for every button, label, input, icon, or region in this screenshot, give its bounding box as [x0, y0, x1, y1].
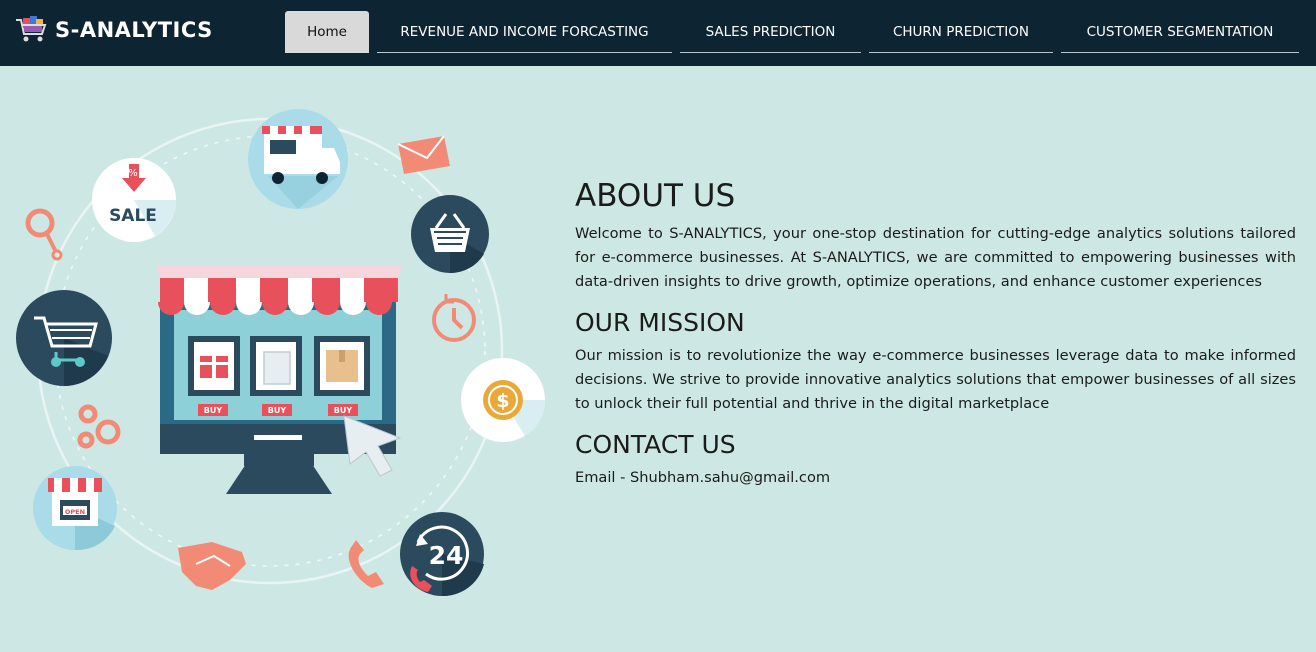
buy-label-3: BUY — [334, 406, 353, 415]
buy-label-1: BUY — [204, 406, 223, 415]
phone-icon — [348, 540, 384, 588]
about-content: ABOUT US Welcome to S-ANALYTICS, your on… — [575, 176, 1296, 490]
tab-customer-segmentation[interactable]: CUSTOMER SEGMENTATION — [1061, 11, 1299, 53]
wrench-gear-icon — [25, 208, 63, 261]
our-mission-heading: OUR MISSION — [575, 308, 745, 337]
shopping-cart-logo-icon — [16, 16, 47, 42]
storefront-monitor-icon: BUY BUY BUY — [156, 266, 402, 494]
support-24-hours-icon: 24 — [400, 512, 484, 597]
delivery-truck-icon — [248, 109, 348, 209]
dollar-sign: $ — [496, 390, 509, 412]
open-shop-icon: OPEN — [33, 466, 117, 551]
sale-text: SALE — [109, 206, 157, 226]
ecommerce-illustration: % SALE $ OPEN 24 BUY BUY BUY — [16, 109, 546, 597]
buy-label-2: BUY — [268, 406, 287, 415]
about-us-text: Welcome to S-ANALYTICS, your one-stop de… — [575, 225, 1296, 290]
contact-email[interactable]: Email - Shubham.sahu@gmail.com — [575, 466, 1296, 490]
handshake-icon — [178, 542, 246, 590]
sale-badge-icon: % SALE — [92, 158, 176, 242]
about-us-heading: ABOUT US — [575, 178, 736, 214]
shopping-cart-icon — [16, 290, 112, 386]
tab-churn-prediction[interactable]: CHURN PREDICTION — [869, 11, 1053, 53]
our-mission-text: Our mission is to revolutionize the way … — [575, 347, 1296, 412]
hours-24-text: 24 — [429, 541, 464, 570]
dollar-coin-icon: $ — [461, 358, 546, 442]
timer-icon — [432, 294, 476, 342]
percent-sign: % — [128, 168, 138, 179]
brand[interactable]: S-ANALYTICS — [14, 14, 213, 46]
tab-sales-prediction[interactable]: SALES PREDICTION — [680, 11, 861, 53]
contact-us-heading: CONTACT US — [575, 430, 736, 459]
shopping-basket-icon — [411, 195, 489, 274]
tab-revenue-income-forecasting[interactable]: REVENUE AND INCOME FORCASTING — [377, 11, 672, 53]
envelope-icon — [397, 135, 450, 174]
tab-home[interactable]: Home — [285, 11, 369, 53]
brand-name: S-ANALYTICS — [55, 18, 213, 42]
open-sign-text: OPEN — [65, 508, 85, 516]
gears-icon — [77, 404, 121, 449]
top-navbar: S-ANALYTICS Home REVENUE AND INCOME FORC… — [0, 0, 1316, 66]
